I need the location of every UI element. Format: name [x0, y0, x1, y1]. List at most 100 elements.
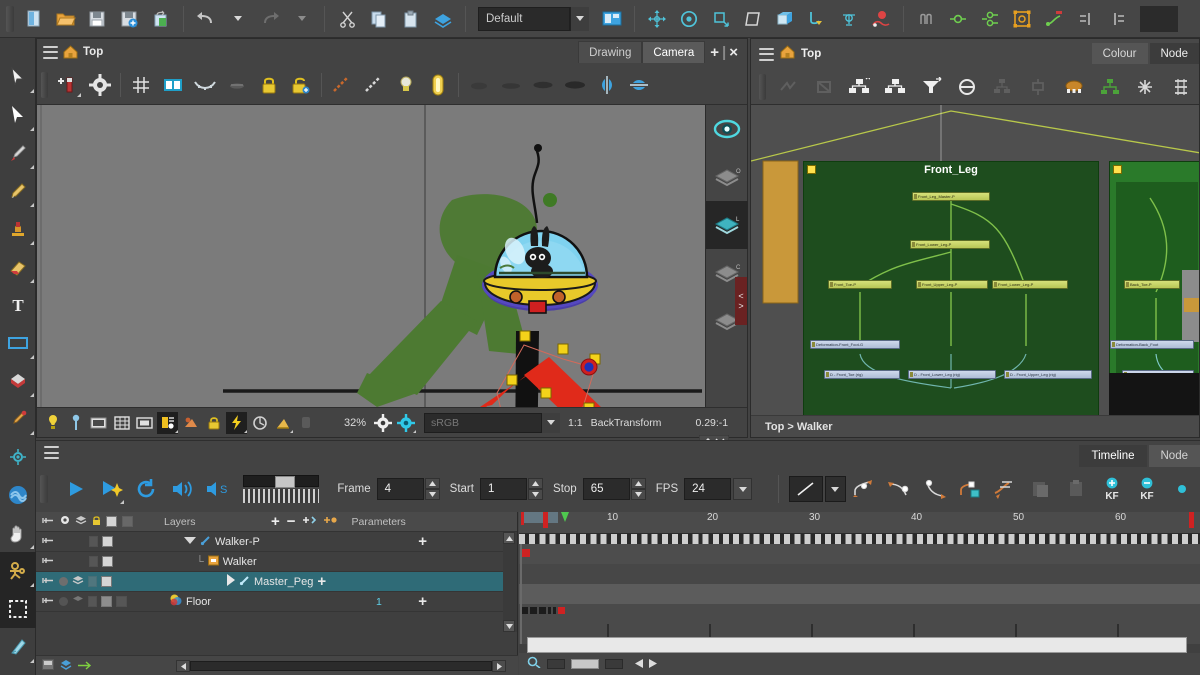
- lock-icon[interactable]: [89, 556, 98, 567]
- hand-tool[interactable]: [0, 514, 36, 552]
- opengl-snowflake-icon[interactable]: [395, 412, 416, 434]
- visibility-icon[interactable]: [59, 597, 68, 606]
- node-toolbar-grip[interactable]: [759, 74, 766, 100]
- add-drawing-button[interactable]: [303, 514, 317, 529]
- pivot-tool[interactable]: [0, 438, 36, 476]
- group-with-composite-icon[interactable]: [877, 72, 913, 102]
- scroll-left-button[interactable]: [176, 660, 190, 672]
- play-with-effects-button[interactable]: [93, 472, 128, 506]
- toolbar-grip[interactable]: [6, 6, 14, 32]
- quick-render-icon[interactable]: [226, 412, 247, 434]
- visibility-icon[interactable]: [60, 515, 70, 528]
- close-view-button[interactable]: ×: [729, 44, 738, 61]
- link-icon[interactable]: [42, 536, 55, 548]
- pencil-tool[interactable]: [0, 172, 36, 210]
- node-front-lower-leg-p[interactable]: Front_Lower_Leg-P: [910, 240, 990, 249]
- add-module-icon[interactable]: [984, 72, 1020, 102]
- ease-curve-icon[interactable]: [917, 472, 952, 506]
- timeline-menu-icon[interactable]: [44, 446, 59, 459]
- node-front-toe-p[interactable]: Front_Toe-P: [828, 280, 892, 289]
- play-button[interactable]: [58, 472, 93, 506]
- chevron-down-icon[interactable]: [184, 536, 196, 548]
- playback-speed-slider[interactable]: [243, 475, 320, 503]
- paste-keys-icon[interactable]: [1059, 472, 1094, 506]
- node-back-toe-p[interactable]: Back_Toe-P: [1124, 280, 1180, 289]
- keyframe-marker[interactable]: [522, 549, 530, 557]
- camera-toolbar-grip[interactable]: [41, 72, 48, 98]
- color-swatch-icon[interactable]: [106, 516, 117, 527]
- save-icon[interactable]: [82, 5, 112, 33]
- 3d-transform-icon[interactable]: [770, 5, 800, 33]
- new-scene-icon[interactable]: [18, 5, 48, 33]
- set-ease-in-icon[interactable]: [846, 472, 881, 506]
- expand-params-button[interactable]: +: [317, 574, 326, 589]
- workspace-selector[interactable]: Default: [472, 7, 589, 31]
- add-peg-button[interactable]: [324, 514, 338, 529]
- clean-network-icon[interactable]: [1127, 72, 1163, 102]
- focus-network-icon[interactable]: [1056, 72, 1092, 102]
- toggle-velocity-icon[interactable]: [988, 472, 1023, 506]
- paste-icon[interactable]: [396, 5, 426, 33]
- zoom-level[interactable]: 32%: [344, 417, 366, 429]
- rectangle-tool[interactable]: [0, 324, 36, 362]
- align-left-icon[interactable]: [1071, 5, 1101, 33]
- select-tool[interactable]: [0, 96, 36, 134]
- playback-grip[interactable]: [40, 475, 48, 503]
- flip-keys-icon[interactable]: [952, 472, 987, 506]
- render-preview-icon[interactable]: [422, 69, 454, 101]
- node-deformation-front-foot[interactable]: Deformation-Front_Foot-G: [810, 340, 900, 349]
- timeline-ruler[interactable]: 10 20 30 40 50 60: [519, 512, 1200, 534]
- network-tree-icon[interactable]: [1092, 72, 1128, 102]
- interpolation-linear-icon[interactable]: [789, 476, 822, 502]
- save-all-icon[interactable]: [114, 5, 144, 33]
- copy-icon[interactable]: [364, 5, 394, 33]
- group-selection-icon[interactable]: [911, 5, 941, 33]
- node-d-front-toe[interactable]: D - Front_Toe (rig): [824, 370, 900, 379]
- add-peg-icon[interactable]: [943, 5, 973, 33]
- workspace-manager-icon[interactable]: [597, 5, 627, 33]
- flat-view-icon[interactable]: [60, 657, 72, 675]
- scroll-right-button[interactable]: [492, 660, 506, 672]
- link-icon[interactable]: [42, 516, 55, 528]
- stamp-tool[interactable]: [0, 210, 36, 248]
- contour-editor-icon[interactable]: [358, 69, 390, 101]
- timeline-zoom-minus[interactable]: [547, 659, 565, 669]
- opengl-preview-icon[interactable]: [249, 412, 270, 434]
- color-swatch-icon[interactable]: [102, 536, 113, 547]
- node-front-upper-leg-p[interactable]: Front_Upper_Leg-P: [916, 280, 988, 289]
- undo-icon[interactable]: [191, 5, 221, 33]
- start-marker[interactable]: [521, 512, 524, 525]
- layer-l-icon[interactable]: L: [706, 201, 748, 249]
- link-icon[interactable]: [42, 596, 55, 608]
- preview-render-icon[interactable]: [272, 412, 293, 434]
- enable-node-icon[interactable]: [770, 72, 806, 102]
- onion-skin-red-icon[interactable]: [866, 5, 896, 33]
- rigging-tool-icon[interactable]: [834, 5, 864, 33]
- layer-o-icon[interactable]: O: [706, 153, 748, 201]
- save-as-new-version-icon[interactable]: [146, 5, 176, 33]
- align-nodes-icon[interactable]: [1163, 72, 1199, 102]
- tab-colour[interactable]: Colour: [1092, 43, 1148, 64]
- lock-icon[interactable]: [253, 69, 285, 101]
- link-icon[interactable]: [42, 576, 55, 588]
- zoom-timeline-icon[interactable]: [527, 655, 541, 673]
- rig-tool[interactable]: [0, 552, 36, 590]
- copy-keys-icon[interactable]: [1023, 472, 1058, 506]
- start-spinner[interactable]: [528, 478, 543, 500]
- color-swatch-icon[interactable]: [102, 556, 113, 567]
- onion-icon[interactable]: [75, 515, 87, 528]
- node-view-breadcrumb[interactable]: Top > Walker: [751, 415, 1200, 437]
- add-composite-icon[interactable]: [949, 72, 985, 102]
- shadow-3-icon[interactable]: [527, 69, 559, 101]
- onion-skin-icon[interactable]: [189, 69, 221, 101]
- light-bulb-icon[interactable]: [42, 412, 63, 434]
- start-input[interactable]: 1: [480, 478, 527, 500]
- chevron-right-icon[interactable]: [226, 574, 235, 589]
- colorspace-value[interactable]: sRGB: [424, 413, 542, 433]
- scroll-right-icon[interactable]: [649, 655, 657, 673]
- arrow-icon[interactable]: [78, 657, 92, 675]
- group-handle-icon[interactable]: [807, 165, 816, 174]
- lock-icon[interactable]: [88, 596, 97, 607]
- extra-icon[interactable]: [122, 516, 133, 527]
- add-group-icon[interactable]: [975, 5, 1005, 33]
